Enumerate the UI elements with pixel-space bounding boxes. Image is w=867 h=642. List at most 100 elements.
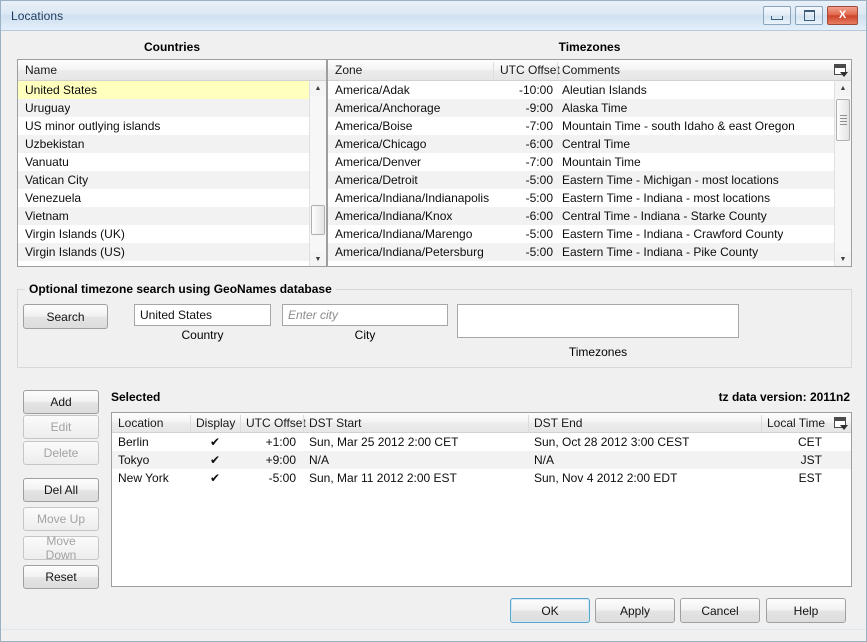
scroll-down-icon[interactable]: ▼ bbox=[835, 252, 851, 266]
selected-locations-table[interactable]: Location Display UTC Offset DST Start DS… bbox=[111, 412, 852, 587]
country-name: Venezuela bbox=[25, 191, 82, 205]
timezone-zone: America/Chicago bbox=[335, 137, 427, 151]
timezone-comment: Central Time - Indiana - Starke County bbox=[562, 209, 767, 223]
countries-section-title: Countries bbox=[143, 40, 200, 54]
country-name: Virgin Islands (US) bbox=[25, 245, 125, 259]
timezone-zone: America/Boise bbox=[335, 119, 413, 133]
column-header-local-time[interactable]: Local Time bbox=[767, 416, 825, 430]
countries-scrollbar[interactable]: ▲ ▼ bbox=[309, 81, 326, 266]
country-name: US minor outlying islands bbox=[25, 119, 161, 133]
timezone-row[interactable]: America/Boise -7:00 Mountain Time - south … bbox=[328, 117, 851, 135]
column-header-zone[interactable]: Zone bbox=[335, 63, 362, 77]
timezone-row[interactable]: America/Adak -10:00 Aleutian Islands bbox=[328, 81, 851, 99]
column-header-location[interactable]: Location bbox=[118, 416, 163, 430]
country-row[interactable]: Vietnam bbox=[18, 207, 326, 225]
search-button[interactable]: Search bbox=[23, 304, 108, 329]
timezones-list-body: America/Adak -10:00 Aleutian Islands Americ… bbox=[328, 81, 851, 266]
timezone-comment: Mountain Time bbox=[562, 155, 641, 169]
timezone-comment: Central Time bbox=[562, 137, 631, 151]
timezones-scrollbar[interactable]: ▲ ▼ bbox=[834, 81, 851, 266]
side-button-add[interactable]: Add bbox=[23, 390, 99, 414]
country-row[interactable]: United States bbox=[18, 81, 326, 99]
selected-location-name: Berlin bbox=[118, 435, 149, 449]
timezone-zone: America/Indiana/Petersburg bbox=[335, 245, 484, 259]
tz-data-version-label: tz data version: 2011n2 bbox=[718, 390, 850, 404]
timezone-zone: America/Anchorage bbox=[335, 101, 441, 115]
timezone-utc-offset: -5:00 bbox=[525, 227, 553, 241]
selected-dst-start: N/A bbox=[309, 453, 330, 467]
country-row[interactable]: Virgin Islands (UK) bbox=[18, 225, 326, 243]
selected-dst-end: N/A bbox=[534, 453, 555, 467]
timezone-row[interactable]: America/Indiana/Knox -6:00 Central Time - … bbox=[328, 207, 851, 225]
side-button-del-all[interactable]: Del All bbox=[23, 478, 99, 502]
column-header-utc-offset[interactable]: UTC Offset bbox=[500, 63, 560, 77]
timezone-row[interactable]: America/Detroit -5:00 Eastern Time - Michi… bbox=[328, 171, 851, 189]
timezone-zone: America/Detroit bbox=[335, 173, 418, 187]
timezone-zone: America/Indiana/Knox bbox=[335, 209, 453, 223]
country-row[interactable]: Vanuatu bbox=[18, 153, 326, 171]
selected-local-time: CET bbox=[798, 435, 822, 449]
column-chooser-icon[interactable] bbox=[834, 64, 848, 77]
bottom-divider bbox=[1, 629, 866, 630]
timezone-row[interactable]: America/Indiana/Indianapolis -5:00 Eastern… bbox=[328, 189, 851, 207]
country-name: Uruguay bbox=[25, 101, 71, 115]
country-row[interactable]: US minor outlying islands bbox=[18, 117, 326, 135]
timezone-row[interactable]: America/Denver -7:00 Mountain Time bbox=[328, 153, 851, 171]
countries-list[interactable]: Name United States Uruguay US minor outlyi… bbox=[17, 59, 327, 267]
selected-location-name: New York bbox=[118, 471, 169, 485]
country-name: Virgin Islands (UK) bbox=[25, 227, 125, 241]
dialog-button-apply[interactable]: Apply bbox=[595, 598, 675, 623]
timezone-comment: Eastern Time - Indiana - Crawford County bbox=[562, 227, 784, 241]
selected-dst-end: Sun, Nov 4 2012 2:00 EDT bbox=[534, 471, 678, 485]
scroll-down-icon[interactable]: ▼ bbox=[310, 252, 326, 266]
selected-location-row[interactable]: Tokyo ✔ +9:00 N/A N/A JST bbox=[112, 451, 851, 469]
selected-local-time: EST bbox=[798, 471, 822, 485]
column-chooser-icon[interactable] bbox=[834, 417, 848, 430]
side-button-delete: Delete bbox=[23, 441, 99, 465]
selected-location-row[interactable]: Berlin ✔ +1:00 Sun, Mar 25 2012 2:00 CET Sun… bbox=[112, 433, 851, 451]
selected-utc-offset: -5:00 bbox=[268, 471, 296, 485]
country-name: Uzbekistan bbox=[25, 137, 85, 151]
country-name: United States bbox=[25, 83, 98, 97]
selected-location-row[interactable]: New York ✔ -5:00 Sun, Mar 11 2012 2:00 EST S… bbox=[112, 469, 851, 487]
timezone-utc-offset: -5:00 bbox=[525, 245, 553, 259]
selected-utc-offset: +9:00 bbox=[265, 453, 296, 467]
dialog-button-cancel[interactable]: Cancel bbox=[680, 598, 760, 623]
column-header-comments[interactable]: Comments bbox=[562, 63, 620, 77]
dialog-button-ok[interactable]: OK bbox=[510, 598, 590, 623]
side-button-edit: Edit bbox=[23, 415, 99, 439]
country-row[interactable]: Venezuela bbox=[18, 189, 326, 207]
side-button-reset[interactable]: Reset bbox=[23, 565, 99, 589]
timezone-row[interactable]: America/Indiana/Petersburg -5:00 Eastern T… bbox=[328, 243, 851, 261]
maximize-button[interactable] bbox=[795, 6, 823, 25]
minimize-button[interactable] bbox=[763, 6, 791, 25]
display-check-icon: ✔ bbox=[209, 471, 221, 485]
selected-table-body: Berlin ✔ +1:00 Sun, Mar 25 2012 2:00 CET Sun… bbox=[112, 433, 851, 586]
timezone-comment: Eastern Time - Michigan - most locations bbox=[562, 173, 779, 187]
column-header-dst-start[interactable]: DST Start bbox=[309, 416, 361, 430]
column-header-dst-end[interactable]: DST End bbox=[534, 416, 582, 430]
country-row[interactable]: Virgin Islands (US) bbox=[18, 243, 326, 261]
timezone-row[interactable]: America/Indiana/Marengo -5:00 Eastern Time… bbox=[328, 225, 851, 243]
close-button[interactable]: X bbox=[827, 6, 858, 25]
timezone-row[interactable]: America/Anchorage -9:00 Alaska Time bbox=[328, 99, 851, 117]
selected-dst-end: Sun, Oct 28 2012 3:00 CEST bbox=[534, 435, 690, 449]
timezones-scroll-thumb[interactable] bbox=[836, 99, 850, 141]
scroll-up-icon[interactable]: ▲ bbox=[310, 81, 326, 96]
scroll-up-icon[interactable]: ▲ bbox=[835, 81, 851, 96]
country-row[interactable]: Uzbekistan bbox=[18, 135, 326, 153]
city-input[interactable]: Enter city bbox=[282, 304, 448, 326]
dialog-button-help[interactable]: Help bbox=[766, 598, 846, 623]
display-check-icon: ✔ bbox=[209, 453, 221, 467]
column-header-utc-offset[interactable]: UTC Offset bbox=[246, 416, 306, 430]
column-header-display[interactable]: Display bbox=[196, 416, 235, 430]
countries-scroll-thumb[interactable] bbox=[311, 205, 325, 235]
country-name: Vietnam bbox=[25, 209, 69, 223]
timezones-list[interactable]: Zone UTC Offset Comments America/Adak -10… bbox=[327, 59, 852, 267]
minimize-icon bbox=[764, 7, 790, 24]
timezone-results-field[interactable] bbox=[457, 304, 739, 338]
country-row[interactable]: Vatican City bbox=[18, 171, 326, 189]
country-input[interactable]: United States bbox=[134, 304, 271, 326]
timezone-row[interactable]: America/Chicago -6:00 Central Time bbox=[328, 135, 851, 153]
country-row[interactable]: Uruguay bbox=[18, 99, 326, 117]
